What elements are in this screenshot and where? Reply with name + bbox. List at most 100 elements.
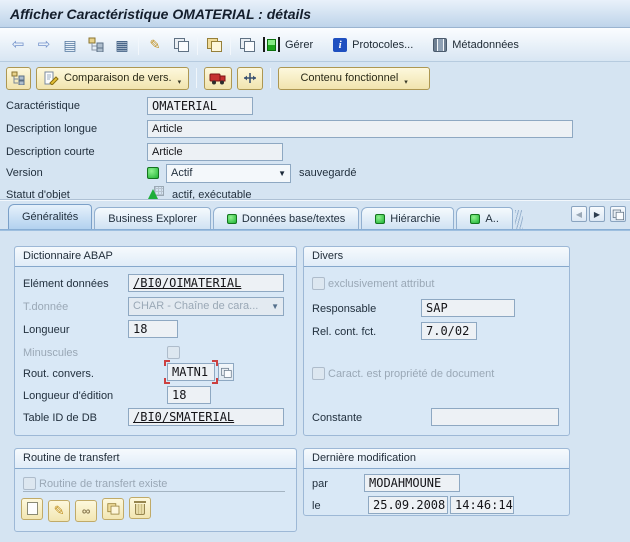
tab-generalites[interactable]: Généralités [8,204,92,229]
copy-pages-icon[interactable] [237,35,257,55]
copy-routine-button[interactable] [102,498,124,520]
table-settings-icon[interactable]: ▦ [112,35,132,55]
description-courte-label: Description courte [6,143,95,161]
dropdown-arrow-icon: ▼ [278,165,286,182]
metadata-icon [433,38,447,52]
metadonnees-button[interactable]: Métadonnées [433,38,519,52]
modification-par-field[interactable]: MODAHMOUNE [364,474,460,492]
modification-date-field[interactable]: 25.09.2008 [368,496,448,514]
constante-field[interactable] [431,408,559,426]
display-change-icon[interactable]: ✎ [145,35,165,55]
description-courte-field[interactable]: Article [147,143,283,161]
description-longue-label: Description longue [6,120,97,138]
multiple-values-icon[interactable] [218,363,234,381]
version-comparison-icon [44,71,59,85]
group-title: Dictionnaire ABAP [15,247,296,267]
back-icon[interactable]: ⇦ [8,35,28,55]
gerer-button[interactable]: Gérer [263,37,313,52]
version-value: Actif [171,165,274,182]
hierarchy-icon[interactable] [86,35,106,55]
edit-routine-button[interactable]: ✎ [48,500,70,522]
tab-overview-button[interactable] [610,206,626,222]
truck-icon [209,72,227,85]
table-id-db-field[interactable]: /BI0/SMATERIAL [128,408,284,426]
version-dropdown[interactable]: Actif ▼ [166,164,291,183]
modification-le-label: le [312,497,321,515]
group-routine-transfert: Routine de transfert Routine de transfer… [14,448,297,532]
rout-convers-field[interactable]: MATN1 [167,363,215,381]
longueur-label: Longueur [23,321,70,339]
pencil-icon: ✎ [54,503,65,519]
hierarchy-view-icon [11,71,26,85]
functional-content-button[interactable]: Contenu fonctionnel ▾ [278,67,430,90]
modification-time-field[interactable]: 14:46:14 [450,496,514,514]
toolbar-separator [230,35,231,55]
standard-toolbar: ⇦ ⇨ ▤ ▦ ✎ Gérer i Protocoles... Métadonn… [0,28,630,62]
propriete-document-label: Caract. est propriété de document [328,365,494,383]
metadonnees-label: Métadonnées [452,39,519,51]
underline [23,491,285,492]
tab-hierarchie[interactable]: Hiérarchie [361,207,454,229]
caracteristique-field[interactable]: OMATERIAL [147,97,253,115]
display-routine-button[interactable]: ∞ [75,500,97,522]
tab-attributs[interactable]: A.. [456,207,512,229]
distribute-button[interactable] [237,67,263,90]
description-longue-field[interactable]: Article [147,120,573,138]
create-routine-button[interactable] [21,498,43,520]
longueur-field[interactable]: 18 [128,320,178,338]
tab-scroll-left-button[interactable]: ◀ [571,206,587,222]
glasses-icon: ∞ [82,504,91,518]
tab-scroll-controls: ◀ ▶ [571,206,626,222]
tab-overview-icon [613,209,624,219]
version-comparison-button[interactable]: Comparaison de vers. ▾ [36,67,189,90]
functional-content-label: Contenu fonctionnel [300,72,398,84]
group-title: Dernière modification [304,449,569,469]
minuscules-label: Minuscules [23,344,78,362]
overview-icon[interactable]: ▤ [60,35,80,55]
transport-button[interactable] [204,67,232,90]
responsable-field[interactable]: SAP [421,299,515,317]
manage-icon [263,37,280,52]
protocoles-button[interactable]: i Protocoles... [333,38,413,52]
rel-cont-fct-field[interactable]: 7.0/02 [421,322,477,340]
hidden-tabs-edge [515,210,523,229]
tab-label: Données base/textes [242,213,345,225]
version-saved-text: sauvegardé [299,164,357,182]
tab-status-led-icon [227,214,237,224]
application-toolbar: Comparaison de vers. ▾ Contenu fonctionn… [0,62,630,94]
tab-business-explorer[interactable]: Business Explorer [94,207,211,229]
tab-status-led-icon [375,214,385,224]
window-titlebar: Afficher Caractéristique OMATERIAL : dét… [0,0,630,28]
constante-label: Constante [312,409,362,427]
trash-icon [135,504,145,515]
copy-icon [108,503,119,513]
modification-par-label: par [312,475,328,493]
group-title: Divers [304,247,569,267]
object-list-icon[interactable] [204,35,224,55]
section-divider [0,199,630,201]
element-donnees-field[interactable]: /BI0/OIMATERIAL [128,274,284,292]
menu-caret-icon: ▾ [178,78,182,86]
forward-icon[interactable]: ⇨ [34,35,54,55]
copy-object-icon[interactable] [171,35,191,55]
statut-objet-value: actif, exécutable [172,186,252,204]
protocoles-label: Protocoles... [352,39,413,51]
version-comparison-label: Comparaison de vers. [64,72,172,84]
tab-scroll-right-button[interactable]: ▶ [589,206,605,222]
exclusivement-attribut-checkbox [312,277,325,290]
delete-routine-button[interactable] [129,497,151,519]
page-title: Afficher Caractéristique OMATERIAL : dét… [10,6,311,22]
tab-donnees-base-textes[interactable]: Données base/textes [213,207,359,229]
minuscules-checkbox [167,346,180,359]
distribute-arrows-icon [242,71,258,85]
statut-objet-label: Statut d'objet [6,186,70,204]
hierarchy-view-button[interactable] [6,67,31,90]
tab-label: Hiérarchie [390,213,440,225]
create-icon [27,502,38,515]
rout-convers-label: Rout. convers. [23,365,94,383]
routine-button-row: ✎ ∞ [21,497,153,522]
group-title: Routine de transfert [15,449,296,469]
longueur-edition-field[interactable]: 18 [167,386,211,404]
toolbar-separator [197,35,198,55]
table-id-db-label: Table ID de DB [23,409,97,427]
